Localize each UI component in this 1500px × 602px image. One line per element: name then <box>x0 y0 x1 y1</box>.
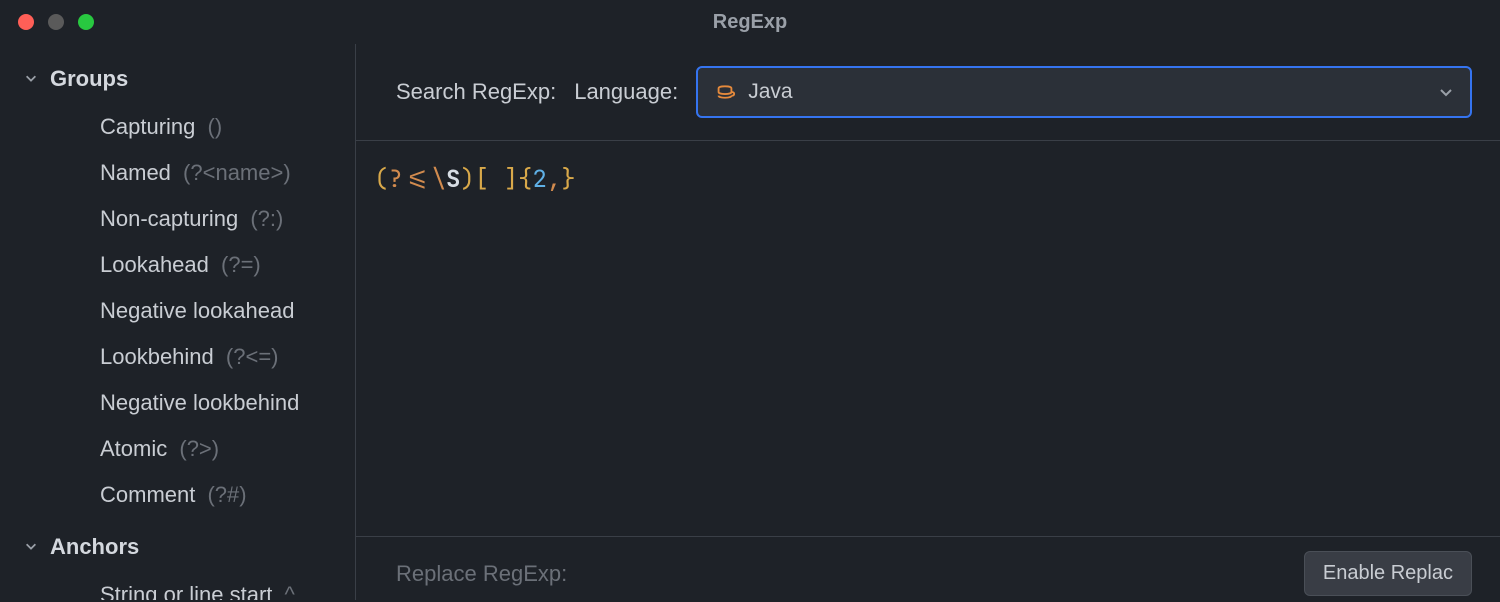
minimize-window-button[interactable] <box>48 14 64 30</box>
java-icon <box>714 81 736 103</box>
regexp-token: \ <box>432 164 446 195</box>
sidebar-item-hint: (?#) <box>207 482 246 507</box>
sidebar-item-hint: (?>) <box>179 436 219 461</box>
content: Search RegExp: Language: Java (?<=\S)[ ]… <box>356 44 1500 600</box>
sidebar-item-label: Non-capturing <box>100 206 238 231</box>
language-label: Language: <box>574 79 678 105</box>
sidebar-section-groups[interactable]: Groups <box>0 60 355 98</box>
sidebar-item-named[interactable]: Named (?<name>) <box>0 150 355 196</box>
chevron-down-icon <box>1438 84 1454 100</box>
search-label: Search RegExp: <box>396 79 556 105</box>
sidebar-item-hint: (?=) <box>221 252 261 277</box>
sidebar-section-anchors[interactable]: Anchors <box>0 528 355 566</box>
titlebar: RegExp <box>0 0 1500 44</box>
bottom-bar: Replace RegExp: Enable Replac <box>356 536 1500 602</box>
window-title: RegExp <box>16 11 1484 34</box>
main: Groups Capturing () Named (?<name>) Non-… <box>0 44 1500 600</box>
sidebar-item-label: Lookahead <box>100 252 209 277</box>
sidebar-item-negative-lookbehind[interactable]: Negative lookbehind <box>0 380 355 426</box>
sidebar-item-lookbehind[interactable]: Lookbehind (?<=) <box>0 334 355 380</box>
regexp-token: ] <box>504 164 518 195</box>
sidebar-item-lookahead[interactable]: Lookahead (?=) <box>0 242 355 288</box>
sidebar-item-label: Named <box>100 160 171 185</box>
sidebar-item-hint: (?<=) <box>226 344 279 369</box>
sidebar-item-label: Atomic <box>100 436 167 461</box>
regexp-token: ( <box>374 164 388 195</box>
sidebar-section-label: Groups <box>50 66 128 92</box>
sidebar-item-label: Negative lookahead <box>100 298 294 323</box>
language-value: Java <box>748 80 792 104</box>
chevron-down-icon <box>24 71 40 87</box>
sidebar-item-label: String or line start <box>100 582 272 600</box>
sidebar-item-label: Lookbehind <box>100 344 214 369</box>
sidebar-item-non-capturing[interactable]: Non-capturing (?:) <box>0 196 355 242</box>
sidebar-item-hint: () <box>208 114 223 139</box>
sidebar: Groups Capturing () Named (?<name>) Non-… <box>0 44 356 600</box>
chevron-down-icon <box>24 539 40 555</box>
sidebar-item-negative-lookahead[interactable]: Negative lookahead <box>0 288 355 334</box>
sidebar-section-label: Anchors <box>50 534 139 560</box>
regexp-token <box>489 164 503 195</box>
regexp-token: { <box>518 164 532 195</box>
regexp-token: 2 <box>532 164 546 195</box>
sidebar-item-label: Capturing <box>100 114 195 139</box>
toolbar: Search RegExp: Language: Java <box>356 44 1500 140</box>
regexp-editor[interactable]: (?<=\S)[ ]{2,} <box>356 141 1500 600</box>
sidebar-item-atomic[interactable]: Atomic (?>) <box>0 426 355 472</box>
language-select[interactable]: Java <box>696 66 1472 118</box>
sidebar-item-hint: ^ <box>285 582 295 600</box>
sidebar-item-string-start[interactable]: String or line start ^ <box>0 572 355 600</box>
regexp-token: , <box>547 164 561 195</box>
regexp-token: ) <box>460 164 474 195</box>
sidebar-anchors-items: String or line start ^ <box>0 566 355 600</box>
maximize-window-button[interactable] <box>78 14 94 30</box>
sidebar-item-label: Negative lookbehind <box>100 390 299 415</box>
regexp-token: ?<= <box>388 164 431 195</box>
sidebar-groups-items: Capturing () Named (?<name>) Non-capturi… <box>0 98 355 528</box>
sidebar-item-hint: (?<name>) <box>183 160 291 185</box>
sidebar-item-label: Comment <box>100 482 195 507</box>
close-window-button[interactable] <box>18 14 34 30</box>
regexp-token: } <box>561 164 575 195</box>
regexp-token: [ <box>475 164 489 195</box>
sidebar-item-comment[interactable]: Comment (?#) <box>0 472 355 518</box>
regexp-token: S <box>446 164 460 195</box>
window-controls <box>18 14 94 30</box>
sidebar-item-hint: (?:) <box>250 206 283 231</box>
replace-label: Replace RegExp: <box>396 561 567 587</box>
enable-replace-button[interactable]: Enable Replac <box>1304 551 1472 596</box>
sidebar-item-capturing[interactable]: Capturing () <box>0 104 355 150</box>
